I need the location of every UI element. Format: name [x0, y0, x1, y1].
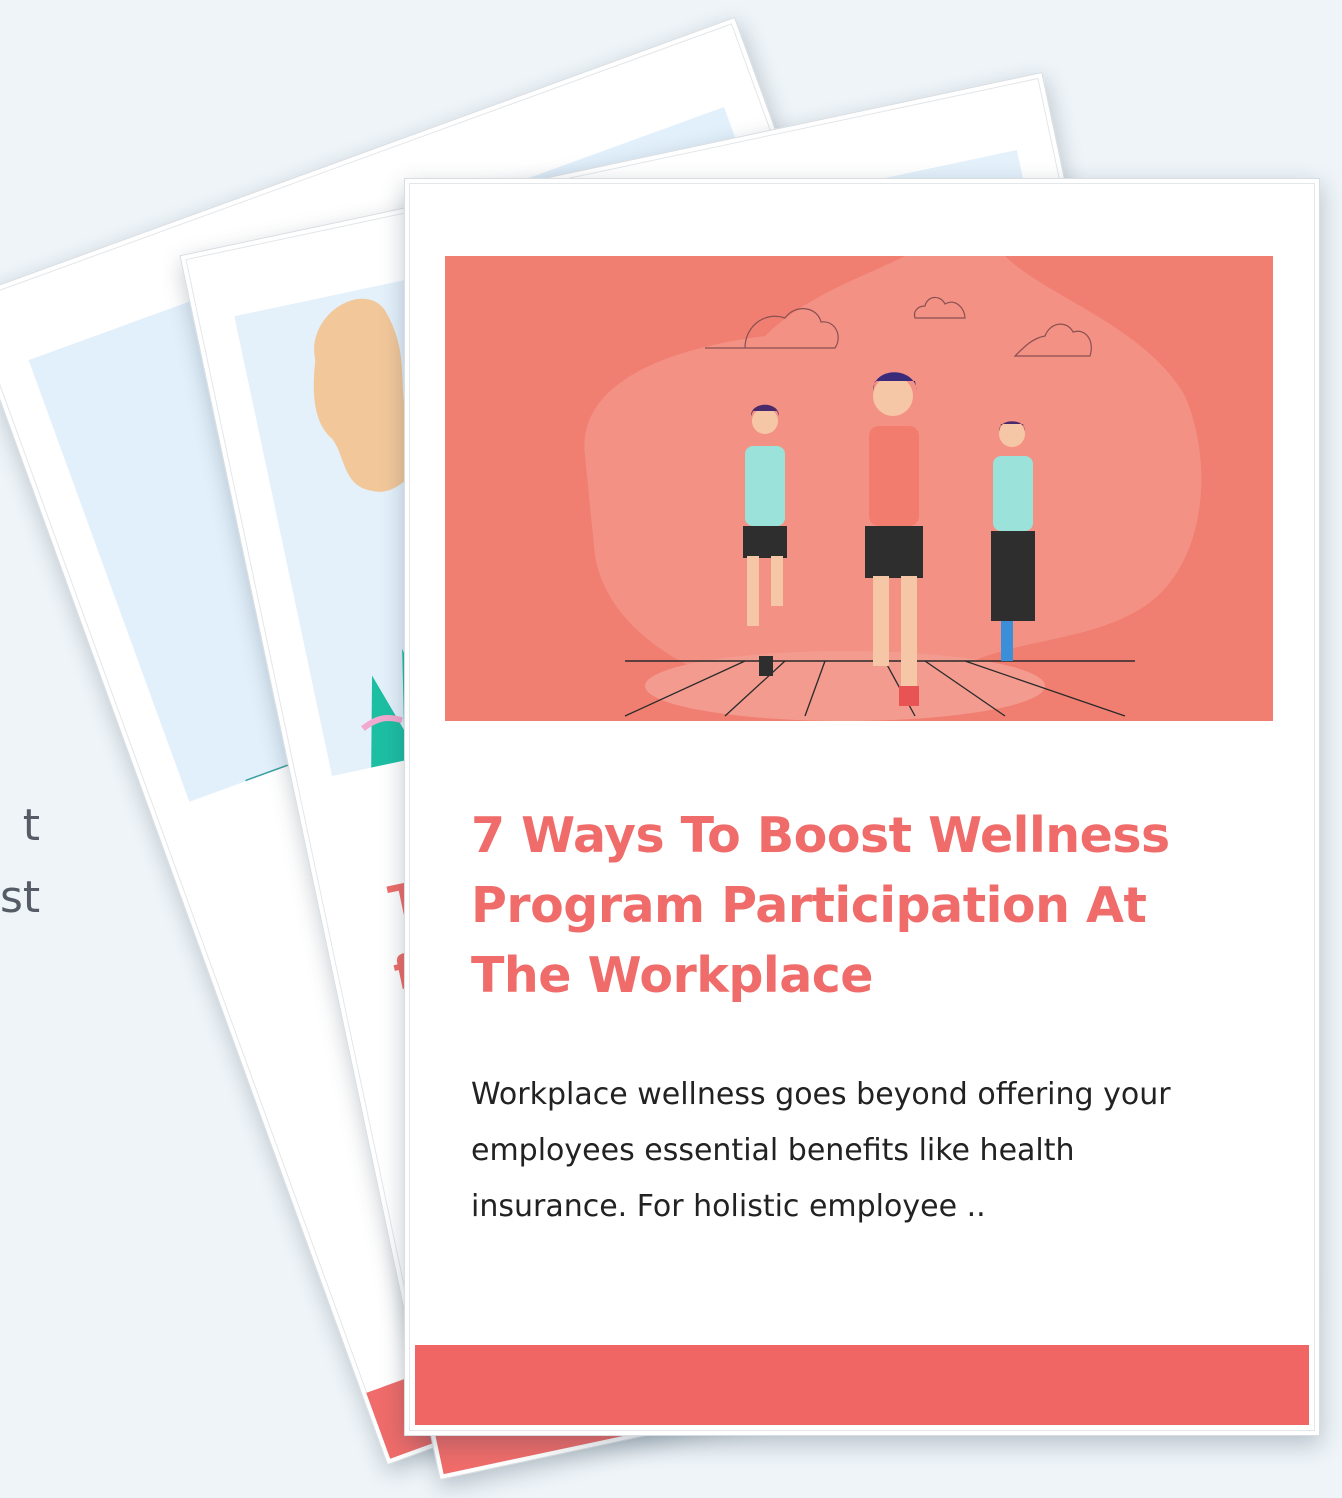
runners-illustration	[445, 256, 1273, 721]
article-title[interactable]: 7 Ways To Boost Wellness Program Partici…	[471, 801, 1231, 1011]
side-text-fragment: t st	[0, 790, 60, 934]
side-text-line-1: t	[22, 800, 40, 851]
runners-scene	[584, 256, 1202, 721]
article-excerpt: Workplace wellness goes beyond offering …	[471, 1077, 1171, 1224]
side-text-line-2: st	[0, 872, 41, 923]
article-card-front[interactable]: 7 Ways To Boost Wellness Program Partici…	[404, 178, 1320, 1436]
card-footer-bar	[415, 1345, 1309, 1425]
